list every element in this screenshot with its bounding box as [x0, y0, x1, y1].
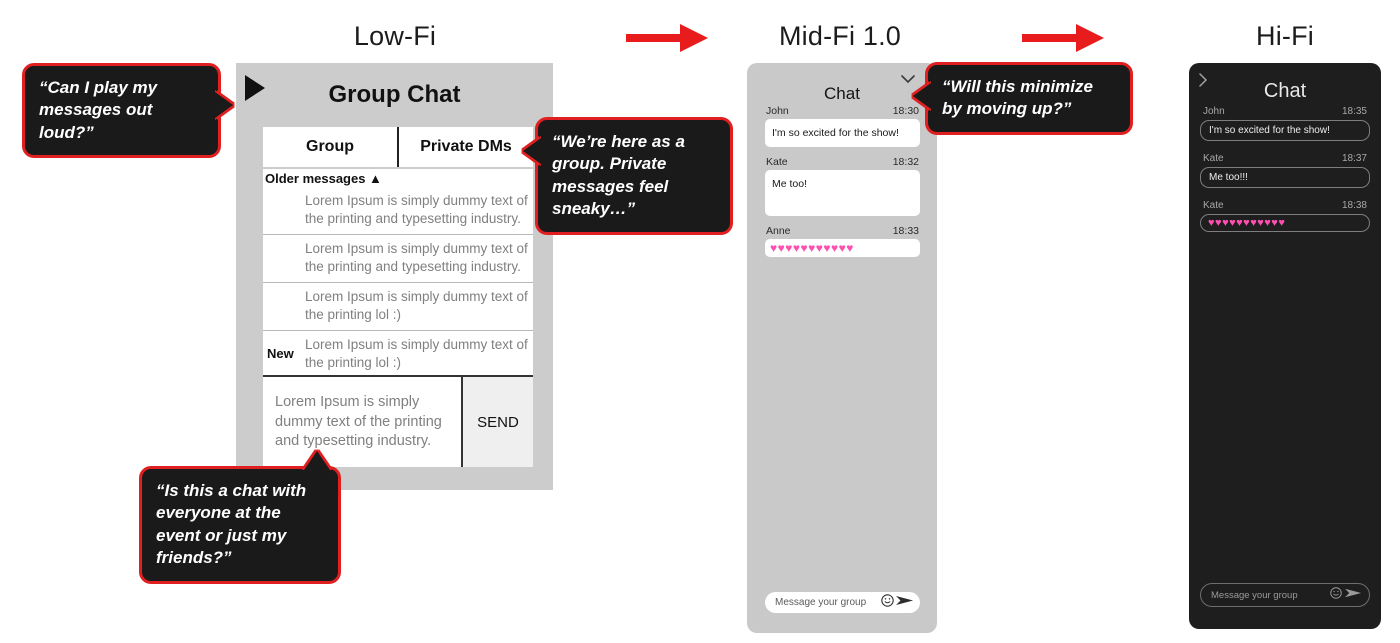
- arrow-right-icon-1: [624, 21, 710, 60]
- callout-bubble: “Is this a chat with everyone at the eve…: [139, 451, 341, 584]
- tab-group[interactable]: Group: [263, 127, 397, 167]
- lowfi-wireframe-panel: Group Chat Group Private DMs Older messa…: [236, 63, 553, 490]
- hifi-mockup-panel: Chat John 18:35 I'm so excited for the s…: [1189, 63, 1381, 629]
- hifi-message-thread: John 18:35 I'm so excited for the show! …: [1200, 106, 1370, 244]
- message-meta: John 18:30: [765, 105, 920, 119]
- new-badge: New: [267, 346, 294, 362]
- callout-tail: [215, 92, 233, 118]
- message-text: Lorem Ipsum is simply dummy text of the …: [305, 336, 528, 370]
- message-bubble[interactable]: I'm so excited for the show!: [765, 119, 920, 147]
- message-text: Lorem Ipsum is simply dummy text of the …: [305, 240, 528, 274]
- message-input[interactable]: Lorem Ipsum is simply dummy text of the …: [263, 377, 461, 467]
- lowfi-page-title: Group Chat: [328, 81, 461, 108]
- list-item[interactable]: Lorem Ipsum is simply dummy text of the …: [263, 281, 533, 330]
- sender-name: Kate: [766, 156, 788, 168]
- message-bubble-emoji[interactable]: ♥♥♥♥♥♥♥♥♥♥♥: [765, 239, 920, 257]
- hifi-composer[interactable]: Message your group: [1200, 583, 1370, 607]
- list-item[interactable]: Lorem Ipsum is simply dummy text of the …: [263, 233, 533, 282]
- callout-bubble: “Can I play my messages out loud?”: [22, 63, 233, 159]
- callout-tail: [913, 83, 931, 109]
- timestamp: 18:35: [1341, 106, 1367, 117]
- sender-name: John: [1203, 106, 1225, 117]
- timestamp: 18:32: [892, 156, 919, 168]
- sender-name: John: [766, 105, 789, 117]
- message-meta: John 18:35: [1200, 106, 1370, 120]
- column-title-midfi: Mid-Fi 1.0: [778, 21, 902, 51]
- list-item[interactable]: New Lorem Ipsum is simply dummy text of …: [263, 329, 533, 378]
- message-bubble[interactable]: Me too!: [765, 170, 920, 216]
- timestamp: 18:37: [1341, 153, 1367, 164]
- lowfi-tab-bar: Group Private DMs: [263, 127, 533, 167]
- callout-tail: [523, 138, 541, 164]
- hifi-page-title: Chat: [1263, 80, 1307, 102]
- callout-tail: [304, 451, 330, 470]
- smiley-icon[interactable]: [881, 593, 894, 612]
- callout-text: “We’re here as a group. Private messages…: [552, 132, 685, 219]
- message-meta: Kate 18:37: [1200, 153, 1370, 167]
- midfi-page-title: Chat: [824, 84, 860, 103]
- message-meta: Kate 18:32: [765, 156, 920, 170]
- send-button[interactable]: SEND: [461, 377, 533, 467]
- message-text: Lorem Ipsum is simply dummy text of the …: [305, 193, 528, 226]
- midfi-composer[interactable]: Message your group: [765, 592, 920, 613]
- slide-canvas: Low-Fi Mid-Fi 1.0 Hi-Fi Group Chat Group…: [0, 0, 1400, 643]
- older-messages-toggle[interactable]: Older messages ▲: [263, 169, 533, 187]
- timestamp: 18:38: [1341, 200, 1367, 211]
- message-input-placeholder[interactable]: Message your group: [775, 597, 881, 608]
- sender-name: Kate: [1203, 153, 1224, 164]
- lowfi-message-list: Lorem Ipsum is simply dummy text of the …: [263, 187, 533, 378]
- sender-name: Anne: [766, 225, 791, 237]
- list-item[interactable]: Lorem Ipsum is simply dummy text of the …: [263, 187, 533, 234]
- midfi-mockup-panel: Chat John 18:30 I'm so excited for the s…: [747, 63, 937, 633]
- chevron-down-icon[interactable]: [901, 71, 915, 84]
- send-arrow-icon[interactable]: [1345, 586, 1362, 604]
- column-title-lowfi: Low-Fi: [353, 21, 437, 51]
- callout-bubble: “We’re here as a group. Private messages…: [523, 117, 733, 235]
- column-title-hifi: Hi-Fi: [1256, 21, 1314, 51]
- send-arrow-icon[interactable]: [896, 594, 914, 612]
- message-bubble[interactable]: I'm so excited for the show!: [1200, 120, 1370, 141]
- smiley-icon[interactable]: [1330, 586, 1342, 604]
- callout-text: “Can I play my messages out loud?”: [39, 78, 158, 142]
- timestamp: 18:33: [892, 225, 919, 237]
- message-bubble-emoji[interactable]: ♥♥♥♥♥♥♥♥♥♥♥: [1200, 214, 1370, 232]
- message-meta: Anne 18:33: [765, 225, 920, 239]
- sender-name: Kate: [1203, 200, 1224, 211]
- arrow-right-icon-2: [1020, 21, 1106, 60]
- message-meta: Kate 18:38: [1200, 200, 1370, 214]
- message-input-placeholder[interactable]: Message your group: [1211, 590, 1330, 601]
- message-text: Lorem Ipsum is simply dummy text of the …: [305, 288, 528, 322]
- callout-bubble: “Will this minimize by moving up?”: [913, 62, 1133, 135]
- callout-text: “Will this minimize by moving up?”: [942, 77, 1093, 119]
- callout-text: “Is this a chat with everyone at the eve…: [156, 481, 307, 568]
- midfi-message-thread: John 18:30 I'm so excited for the show! …: [765, 105, 920, 266]
- message-bubble[interactable]: Me too!!!: [1200, 167, 1370, 188]
- tab-private-dms[interactable]: Private DMs: [397, 127, 533, 167]
